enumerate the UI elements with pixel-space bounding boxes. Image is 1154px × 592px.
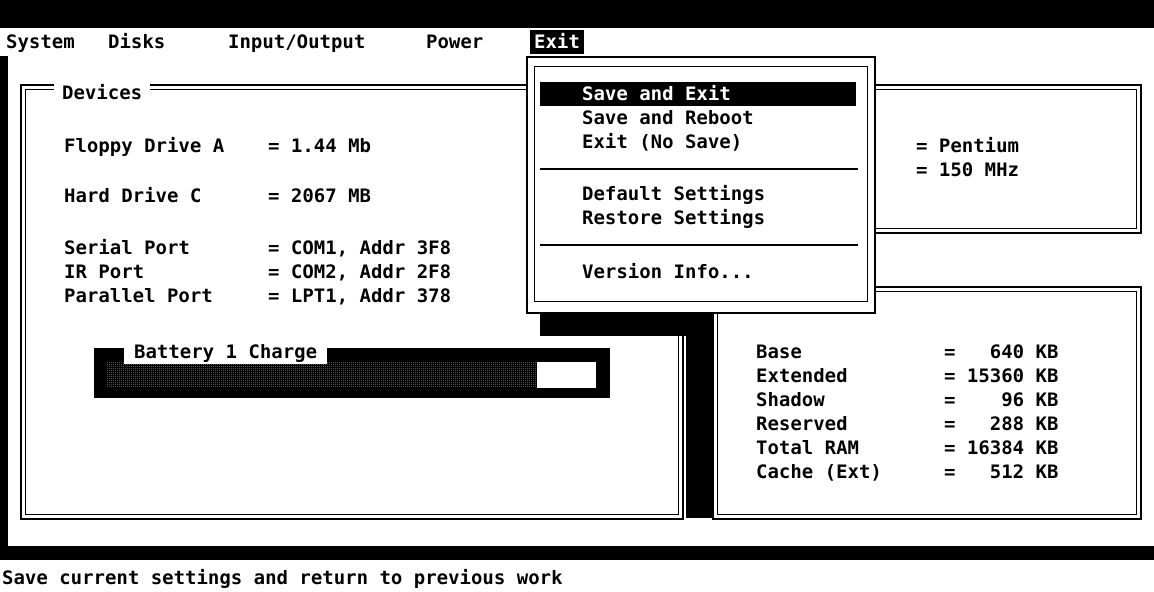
menu-separator — [540, 168, 858, 170]
serial-port-label: Serial Port — [64, 237, 190, 259]
dropdown-shadow-right — [686, 296, 712, 518]
menu-exit[interactable]: Exit — [530, 30, 584, 54]
memory-label: Cache (Ext) — [756, 461, 882, 483]
memory-value: = 16384 KB — [944, 437, 1059, 459]
menu-bar: System Disks Input/Output Power Exit — [0, 28, 1154, 56]
memory-value: = 288 KB — [944, 413, 1059, 435]
menu-item-restore-settings[interactable]: Restore Settings — [540, 206, 856, 230]
hard-drive-value: = 2067 MB — [268, 185, 371, 207]
status-text: Save current settings and return to prev… — [2, 567, 563, 589]
floppy-drive-value: = 1.44 Mb — [268, 135, 371, 157]
status-bar: Save current settings and return to prev… — [0, 560, 1154, 592]
memory-value: = 512 KB — [944, 461, 1059, 483]
processor-type-value: = Pentium — [916, 135, 1019, 157]
ir-port-value: = COM2, Addr 2F8 — [268, 261, 452, 283]
hard-drive-label: Hard Drive C — [64, 185, 202, 207]
serial-port-value: = COM1, Addr 3F8 — [268, 237, 452, 259]
memory-value: = 96 KB — [944, 389, 1059, 411]
parallel-port-value: = LPT1, Addr 378 — [268, 285, 452, 307]
dropdown-shadow — [540, 314, 688, 336]
menu-input-output[interactable]: Input/Output — [224, 30, 369, 54]
memory-label: Extended — [756, 365, 848, 387]
menu-disks[interactable]: Disks — [104, 30, 169, 54]
menu-item-exit-no-save[interactable]: Exit (No Save) — [540, 130, 856, 154]
menu-item-default-settings[interactable]: Default Settings — [540, 182, 856, 206]
parallel-port-label: Parallel Port — [64, 285, 213, 307]
battery-title: Battery 1 Charge — [124, 340, 328, 364]
menu-item-save-and-exit[interactable]: Save and Exit — [540, 82, 856, 106]
menu-system[interactable]: System — [2, 30, 79, 54]
memory-label: Total RAM — [756, 437, 859, 459]
menu-item-save-and-reboot[interactable]: Save and Reboot — [540, 106, 856, 130]
memory-value: = 15360 KB — [944, 365, 1059, 387]
menu-item-version-info[interactable]: Version Info... — [540, 260, 856, 284]
battery-gauge-fill — [106, 362, 537, 388]
memory-value: = 640 KB — [944, 341, 1059, 363]
menu-separator — [540, 244, 858, 246]
memory-label: Shadow — [756, 389, 825, 411]
floppy-drive-label: Floppy Drive A — [64, 135, 225, 157]
memory-label: Base — [756, 341, 802, 363]
ir-port-label: IR Port — [64, 261, 145, 283]
processor-speed-value: = 150 MHz — [916, 159, 1019, 181]
menu-power[interactable]: Power — [422, 30, 487, 54]
battery-gauge-track — [106, 362, 596, 388]
devices-title: Devices — [54, 82, 151, 104]
memory-label: Reserved — [756, 413, 848, 435]
exit-menu-dropdown: Save and Exit Save and Reboot Exit (No S… — [526, 56, 876, 314]
